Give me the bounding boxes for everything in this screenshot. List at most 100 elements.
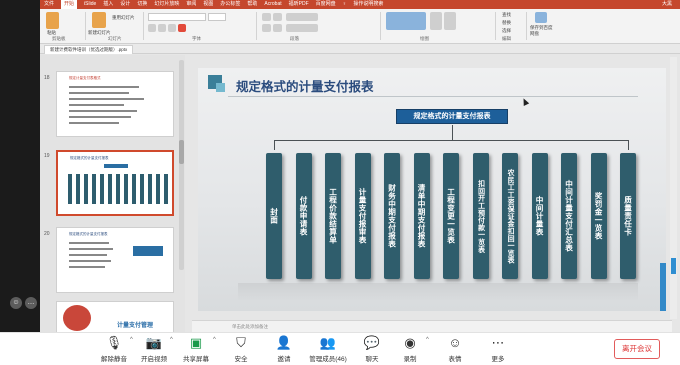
diagram-column[interactable]: 计量支付报审表 [354,153,371,279]
notes-pane[interactable]: 单击此处添加备注 [192,320,672,332]
slide-thumbnail-21[interactable]: 计量支付管理 [56,301,174,332]
slide-scroll-knob[interactable] [671,258,676,274]
slide-thumbnail-19[interactable]: 规定格式的计量支付报表 [56,150,174,216]
ribbon-tab[interactable]: 幻灯片放映 [154,0,179,9]
select-button[interactable]: 选择 [502,28,511,34]
thumbnail-column [140,174,144,204]
save-to-baidu-label[interactable]: 保存到百度网盘 [530,25,554,37]
ribbon-tab[interactable]: 福昕PDF [289,0,309,9]
bullets-icon[interactable] [262,13,271,21]
bold-icon[interactable] [148,24,156,32]
diagram-column[interactable]: 农民工工资保证金扣回一览表 [502,153,518,279]
chevron-up-icon[interactable]: ^ [426,337,429,343]
slide-thumbnail-18[interactable]: 规定计量支付表格式 [56,71,174,137]
find-button[interactable]: 查找 [502,12,511,18]
underline-icon[interactable] [168,24,176,32]
title-square-small-icon [216,83,225,92]
more-button[interactable]: ⋯ 更多 [476,336,520,364]
reuse-slides-label[interactable]: 重用幻灯片 [112,15,135,21]
diagram-column[interactable]: 中间计量支付汇总表 [561,153,577,279]
slide-thumbnail-panel: 18 规定计量支付表格式 19 规定格式的计量支付报表 20 规定格式的计量支付… [40,55,185,332]
thumbnail-column [108,174,112,204]
arrange-icon[interactable] [430,12,442,30]
emoji-float-icon[interactable]: ☺ [10,297,22,309]
slide-thumbnail-20[interactable]: 规定格式的计量支付报表 [56,227,174,293]
thumbnail-scrollbar[interactable] [179,60,184,270]
ribbon-tab[interactable]: Acrobat [264,0,281,9]
ribbon-tab[interactable]: 审阅 [186,0,196,9]
ribbon-tab[interactable]: iSlide [84,0,96,9]
numbering-icon[interactable] [273,13,282,21]
diagram-column[interactable]: 质量责任卡 [620,153,636,279]
thumbnail-text-line [69,254,107,256]
diagram-column-label: 计量支付报审表 [358,188,367,244]
document-tab[interactable]: 新建计费软件培训（优选过期版）.pptx [44,45,134,54]
replace-button[interactable]: 替换 [502,20,511,26]
ribbon-tab[interactable]: 帮助 [247,0,257,9]
diagram-column-label: 财务中期支付报表 [387,184,397,248]
thumbnail-column [68,174,72,204]
ribbon-tab[interactable]: 百度网盘 [316,0,336,9]
ribbon-tab[interactable]: 插入 [103,0,113,9]
ribbon-tab[interactable]: 切换 [137,0,147,9]
slide-scrollbar[interactable] [670,57,677,319]
new-slide-icon[interactable] [92,12,106,28]
diagram-column[interactable]: 工程变更一览表 [443,153,459,279]
security-label: 安全 [234,356,248,363]
security-button[interactable]: ⛉ 安全 [219,336,263,364]
slide-title[interactable]: 规定格式的计量支付报表 [236,76,374,95]
diagram-column[interactable]: 中间计量表 [531,153,548,279]
align-left-icon[interactable] [262,24,271,32]
ribbon-separator [256,12,257,40]
paste-icon[interactable] [46,12,59,29]
ribbon-tab[interactable]: 设计 [120,0,130,9]
smartart-icon[interactable] [286,24,318,32]
font-name-box[interactable] [148,13,206,21]
shapes-icon[interactable] [386,12,426,30]
manage-members-label: 管理成员(46) [309,356,347,363]
slide-side-accent [660,263,666,311]
clipboard-group-label: 剪贴板 [52,36,66,41]
diagram-column[interactable]: 付款申请表 [295,153,312,279]
members-icon: 👥 [319,335,337,350]
diagram-root-box[interactable]: 规定格式的计量支付报表 [396,109,508,124]
slide-canvas[interactable]: 规定格式的计量支付报表 规定格式的计量支付报表 封面 付款申请表 工程价款结算单 计量… [198,68,666,311]
ribbon-tab[interactable]: 操作说明搜索 [353,0,383,9]
thumbnail-scroll-knob[interactable] [179,140,184,164]
connector-stem [452,125,453,140]
font-size-box[interactable] [208,13,226,21]
ribbon-tab[interactable]: 文件 [44,0,54,9]
invite-icon: 👤 [275,335,293,350]
baidu-cloud-icon[interactable] [535,12,547,23]
connector-left [274,140,275,150]
ribbon-tab[interactable]: ♀ [343,0,347,9]
manage-members-button[interactable]: 👥 管理成员(46) [306,336,350,364]
diagram-column[interactable]: 封面 [266,153,282,279]
diagram-column[interactable]: 奖罚金一览表 [590,153,607,279]
emoji-icon: ☺ [448,335,462,350]
diagram-column-label: 工程价款结算单 [328,188,338,244]
italic-icon[interactable] [158,24,166,32]
emoji-button[interactable]: ☺ 表情 [433,336,477,364]
invite-button[interactable]: 👤 邀请 [262,336,306,364]
diagram-column[interactable]: 清单中期支付报表 [413,153,430,279]
diagram-column[interactable]: 财务中期支付报表 [384,153,400,279]
thumbnail-column [84,174,88,204]
share-screen-button[interactable]: ▣ 共享屏幕 [174,336,218,364]
quick-styles-icon[interactable] [444,12,456,30]
leave-meeting-button[interactable]: 离开会议 [614,339,660,359]
diagram-column[interactable]: 扣回开工预付款一览表 [472,153,489,279]
thumbnail-text-line [69,242,109,244]
text-direction-icon[interactable] [286,13,318,21]
font-color-icon[interactable] [178,24,186,32]
chevron-up-icon[interactable]: ^ [213,337,216,343]
ribbon-tab[interactable]: 视图 [203,0,213,9]
ribbon-tab[interactable]: 办公标签 [220,0,240,9]
chat-float-icon[interactable]: … [25,297,37,309]
slide-number: 19 [44,153,50,159]
chevron-up-icon[interactable]: ^ [170,337,173,343]
diagram-column[interactable]: 工程价款结算单 [325,153,341,279]
align-center-icon[interactable] [273,24,282,32]
ribbon-tab[interactable]: 开始 [61,0,78,9]
thumbnail-text-line [69,122,119,124]
